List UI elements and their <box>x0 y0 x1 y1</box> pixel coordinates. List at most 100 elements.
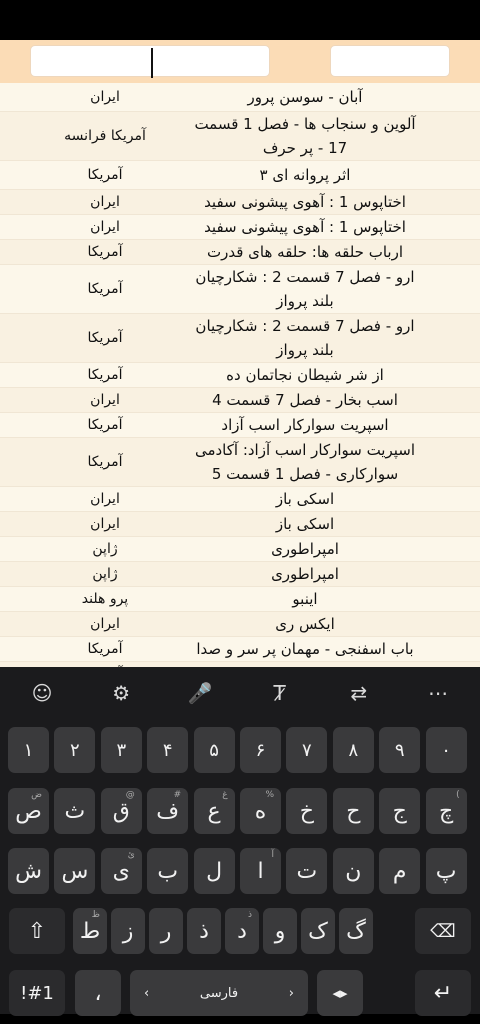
settings-icon[interactable]: ⚙ <box>105 677 137 709</box>
number-key[interactable]: ۹ <box>379 727 421 773</box>
movie-country: آمریکا <box>87 330 123 346</box>
list-item[interactable]: ایران ایکس ری <box>0 612 480 637</box>
letter-key[interactable]: چ( <box>425 788 467 834</box>
letter-key[interactable]: ن <box>332 848 374 894</box>
key-label: ن <box>345 858 362 884</box>
letter-key[interactable]: ب <box>147 848 189 894</box>
letter-key[interactable]: ر <box>149 908 183 954</box>
letter-row-3: ⇧ ⌫ طظ زرذدذوکگ <box>0 908 480 962</box>
list-item[interactable]: ایران اسکی باز <box>0 512 480 537</box>
letter-key[interactable]: و <box>263 908 297 954</box>
movie-title: ارو - فصل 7 قسمت 2 : شکارچیان بلند پرواز <box>195 268 415 310</box>
key-label: ت <box>296 858 318 884</box>
list-item[interactable]: آمریکا ارو - فصل 7 قسمت 2 : شکارچیان بلند… <box>0 265 480 314</box>
enter-key[interactable]: ↵ <box>415 970 471 1016</box>
letter-row-2: شسیئ بلاآ ت ن مپ <box>0 848 480 902</box>
cursor-control-key[interactable]: ◂▸ <box>317 970 363 1016</box>
list-item[interactable]: ایران اختاپوس 1 : آهوی پیشونی سفید <box>0 190 480 215</box>
letter-key[interactable]: ک <box>301 908 335 954</box>
letter-key[interactable]: ح <box>332 788 374 834</box>
movie-country: ژاپن <box>92 541 118 557</box>
movie-country: آمریکا <box>87 367 123 383</box>
key-label: ب <box>157 858 179 884</box>
letter-key[interactable]: م <box>379 848 421 894</box>
number-key[interactable]: ۳ <box>100 727 142 773</box>
key-label: ز <box>122 918 134 944</box>
list-item[interactable]: پرو هلند اینبو <box>0 587 480 612</box>
letter-key[interactable]: س <box>54 848 96 894</box>
handwriting-icon[interactable]: T̷ <box>264 677 296 709</box>
number-key[interactable]: ۱ <box>8 727 49 773</box>
list-item[interactable]: ایران اسکی باز <box>0 487 480 512</box>
letter-key[interactable]: دذ <box>225 908 259 954</box>
translate-icon[interactable]: ⇄ <box>343 677 375 709</box>
letter-key[interactable]: گ <box>339 908 373 954</box>
letter-key[interactable]: ت <box>286 848 328 894</box>
number-key[interactable]: ۴ <box>147 727 189 773</box>
movie-country: آمریکا فرانسه <box>64 128 146 144</box>
movie-country: آمریکا <box>87 167 123 183</box>
movie-title: اسکی باز <box>275 490 335 508</box>
list-item[interactable]: آمریکا ارو - فصل 7 قسمت 2 : شکارچیان بلند… <box>0 314 480 363</box>
microphone-icon[interactable]: 🎤 <box>184 677 216 709</box>
list-item[interactable]: ایران آبان - سوسن پرور <box>0 83 480 112</box>
letter-key[interactable]: ج <box>379 788 421 834</box>
letter-key[interactable]: ز <box>111 908 145 954</box>
list-item[interactable]: آمریکا باب اسفنجی - مهمان پر سر و صدا <box>0 637 480 662</box>
list-item[interactable]: ژاپن امپراطوری <box>0 537 480 562</box>
key-label: ق <box>112 798 130 824</box>
letter-key[interactable]: ذ <box>187 908 221 954</box>
emoji-icon[interactable]: ☺ <box>26 677 58 709</box>
more-icon[interactable]: ⋯ <box>422 677 454 709</box>
symbols-key[interactable]: !#1 <box>9 970 65 1016</box>
number-key[interactable]: ۲ <box>54 727 96 773</box>
key-label: ث <box>64 798 86 824</box>
list-item[interactable]: آمریکا اثر پروانه ای ۳ <box>0 161 480 190</box>
number-key[interactable]: ۶ <box>240 727 281 773</box>
space-label: فارسی <box>199 985 239 1001</box>
letter-key[interactable]: ف # <box>147 788 189 834</box>
movie-country: ایران <box>90 219 120 235</box>
list-item[interactable]: آمریکا فرانسه آلوین و سنجاب ها - فصل 1 قس… <box>0 112 480 161</box>
key-label: ط <box>79 918 101 944</box>
movie-country: آمریکا <box>87 641 123 657</box>
movie-title: باب اسفنجی - مهمان پر سر و صدا <box>196 640 414 658</box>
list-item[interactable]: آمریکا اسپریت سوارکار اسب آزاد <box>0 413 480 438</box>
list-item[interactable]: ایران اختاپوس 1 : آهوی پیشونی سفید <box>0 215 480 240</box>
movie-title: اثر پروانه ای ۳ <box>259 166 351 184</box>
letter-key[interactable]: ش <box>8 848 49 894</box>
movie-title: از شر شیطان نجاتمان ده <box>226 366 384 384</box>
letter-key[interactable]: ق @ <box>100 788 142 834</box>
letter-key[interactable]: یئ <box>100 848 142 894</box>
number-key[interactable]: ۰ <box>425 727 467 773</box>
letter-key[interactable]: صض <box>8 788 49 834</box>
letter-key[interactable]: طظ <box>73 908 107 954</box>
space-bar[interactable]: ‹ فارسی › <box>130 970 308 1016</box>
number-key[interactable]: ۸ <box>332 727 374 773</box>
list-item[interactable]: ژاپن امپراطوری <box>0 562 480 587</box>
list-item[interactable]: آمریکا اسپریت سوارکار اسب آزاد: آکادمی سو… <box>0 438 480 487</box>
title-search-input[interactable] <box>30 45 270 78</box>
movie-title: اسب بخار - فصل 7 قسمت 4 <box>212 391 398 409</box>
shift-key[interactable]: ⇧ <box>9 908 65 954</box>
number-key[interactable]: ۵ <box>193 727 235 773</box>
letter-key[interactable]: ل <box>193 848 235 894</box>
key-label: ف <box>156 798 180 824</box>
letter-key[interactable]: پ <box>425 848 467 894</box>
comma-key[interactable]: ، <box>75 970 121 1016</box>
letter-key[interactable]: ه% <box>240 788 281 834</box>
movie-list[interactable]: ایران آبان - سوسن پرور آمریکا فرانسه آلوین … <box>0 83 480 667</box>
letter-key[interactable]: عغ <box>193 788 235 834</box>
letter-key[interactable]: ث <box>54 788 96 834</box>
number-key[interactable]: ۷ <box>286 727 328 773</box>
letter-key[interactable]: خ <box>286 788 328 834</box>
list-item[interactable]: آمریکا از شر شیطان نجاتمان ده <box>0 363 480 388</box>
letter-key[interactable]: اآ <box>240 848 281 894</box>
list-item[interactable]: آمریکا ارباب حلقه ها: حلقه های قدرت <box>0 240 480 265</box>
key-label: م <box>392 858 407 884</box>
key-label: ا <box>257 858 264 884</box>
list-item[interactable]: ایران اسب بخار - فصل 7 قسمت 4 <box>0 388 480 413</box>
language-right-icon: › <box>288 985 294 1001</box>
country-search-input[interactable] <box>330 45 450 77</box>
backspace-key[interactable]: ⌫ <box>415 908 471 954</box>
